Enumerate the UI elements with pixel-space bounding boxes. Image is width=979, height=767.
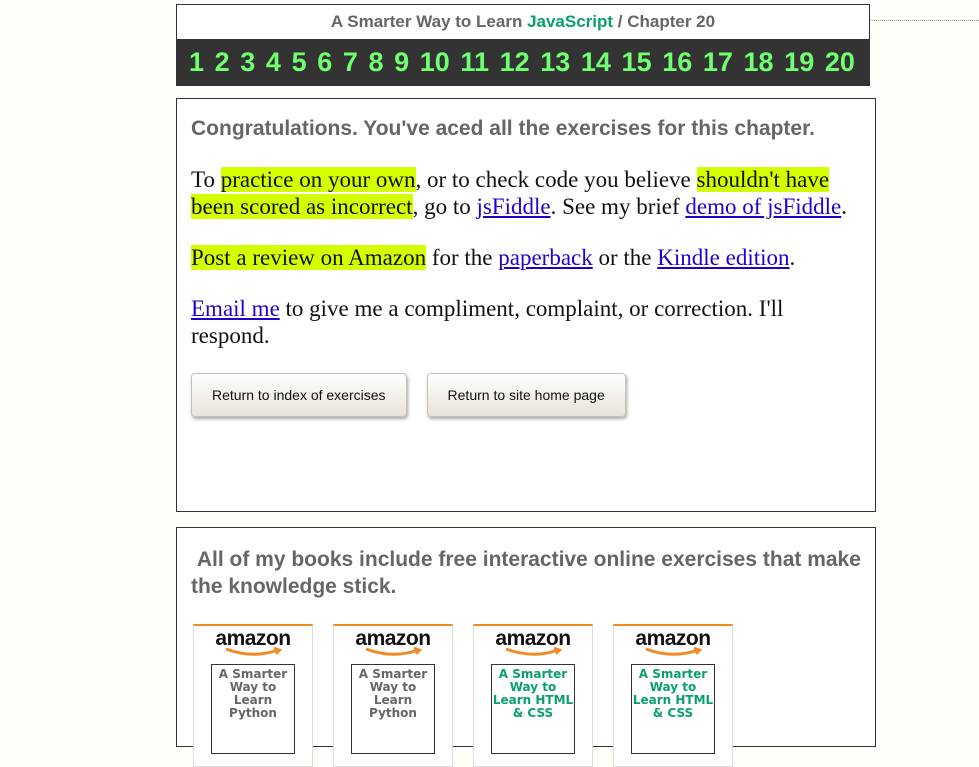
- chapter-link-5[interactable]: 5: [292, 47, 307, 78]
- chapter-link-18[interactable]: 18: [744, 47, 774, 78]
- chapter-header: A Smarter Way to Learn JavaScript / Chap…: [176, 4, 870, 86]
- book-card-python[interactable]: amazon A Smarter Way to Learn Python: [193, 624, 313, 767]
- page-title: A Smarter Way to Learn JavaScript / Chap…: [330, 12, 716, 31]
- title-accent: JavaScript: [527, 12, 614, 31]
- practice-paragraph: To practice on your own, or to check cod…: [191, 167, 847, 219]
- jsfiddle-link[interactable]: jsFiddle: [476, 194, 550, 219]
- chapter-link-8[interactable]: 8: [368, 47, 383, 78]
- chapter-link-15[interactable]: 15: [622, 47, 652, 78]
- books-panel: All of my books include free interactive…: [176, 527, 876, 767]
- paperback-link[interactable]: paperback: [498, 245, 593, 270]
- chapter-link-20[interactable]: 20: [825, 47, 855, 78]
- jsfiddle-demo-link[interactable]: demo of jsFiddle: [685, 194, 841, 219]
- chapter-link-14[interactable]: 14: [581, 47, 611, 78]
- chapter-link-16[interactable]: 16: [662, 47, 692, 78]
- book-cover: A Smarter Way to Learn Python: [351, 664, 435, 754]
- chapter-link-7[interactable]: 7: [343, 47, 358, 78]
- chapter-link-4[interactable]: 4: [266, 47, 281, 78]
- button-row: Return to index of exercises Return to s…: [191, 373, 861, 417]
- highlight-practice: practice on your own: [220, 167, 416, 192]
- kindle-edition-link[interactable]: Kindle edition: [657, 245, 789, 270]
- chapter-link-12[interactable]: 12: [500, 47, 530, 78]
- book-cover: A Smarter Way to Learn HTML & CSS: [631, 664, 715, 754]
- chapter-link-9[interactable]: 9: [394, 47, 409, 78]
- chapter-link-2[interactable]: 2: [215, 47, 230, 78]
- email-me-link[interactable]: Email me: [191, 296, 280, 321]
- book-cover: A Smarter Way to Learn HTML & CSS: [491, 664, 575, 754]
- book-card-html-css[interactable]: amazon A Smarter Way to Learn HTML & CSS: [473, 624, 593, 767]
- chapter-link-17[interactable]: 17: [703, 47, 733, 78]
- amazon-logo: amazon: [215, 627, 291, 650]
- chapter-link-6[interactable]: 6: [317, 47, 332, 78]
- return-to-index-button[interactable]: Return to index of exercises: [191, 373, 407, 417]
- amazon-logo: amazon: [355, 627, 431, 650]
- return-to-home-button[interactable]: Return to site home page: [426, 373, 626, 417]
- review-paragraph: Post a review on Amazon for the paperbac…: [191, 245, 796, 270]
- book-cover: A Smarter Way to Learn Python: [211, 664, 295, 754]
- amazon-logo: amazon: [635, 627, 711, 650]
- chapter-link-13[interactable]: 13: [540, 47, 570, 78]
- chapter-link-11[interactable]: 11: [460, 47, 489, 78]
- book-card-html-css-2[interactable]: amazon A Smarter Way to Learn HTML & CSS: [613, 624, 733, 767]
- result-panel: Congratulations. You've aced all the exe…: [176, 98, 876, 512]
- books-heading: All of my books include free interactive…: [191, 548, 867, 598]
- email-paragraph: Email me to give me a compliment, compla…: [191, 296, 784, 348]
- congrats-message: Congratulations. You've aced all the exe…: [191, 117, 815, 140]
- chapter-link-19[interactable]: 19: [784, 47, 814, 78]
- amazon-logo: amazon: [495, 627, 571, 650]
- highlight-review: Post a review on Amazon: [191, 245, 427, 270]
- book-list: amazon A Smarter Way to Learn Python ama…: [193, 624, 861, 767]
- chapter-link-3[interactable]: 3: [240, 47, 255, 78]
- chapter-link-10[interactable]: 10: [420, 47, 450, 78]
- book-card-python-2[interactable]: amazon A Smarter Way to Learn Python: [333, 624, 453, 767]
- chapter-nav: 1 2 3 4 5 6 7 8 9 10 11 12 13 14 15 16 1…: [177, 39, 869, 85]
- chapter-link-1[interactable]: 1: [189, 47, 204, 78]
